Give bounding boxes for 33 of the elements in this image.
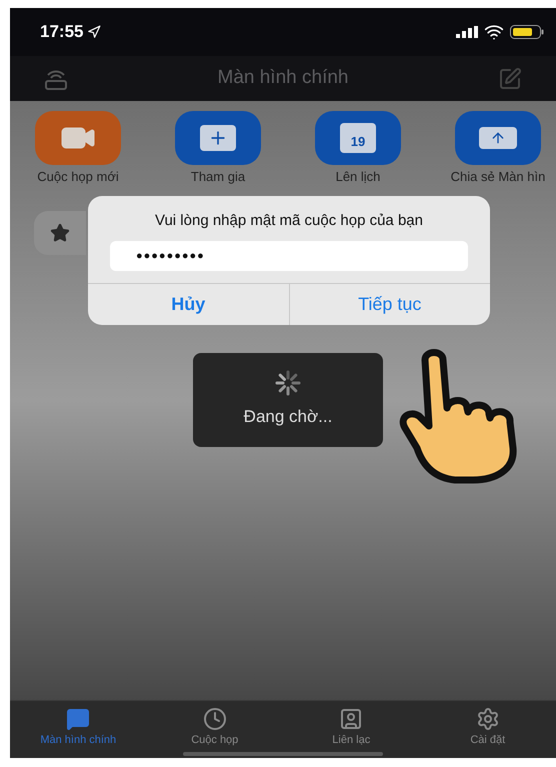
dialog-message: Vui lòng nhập mật mã cuộc họp của bạn	[154, 211, 424, 229]
router-icon	[44, 68, 68, 90]
header-title: Màn hình chính	[218, 66, 348, 90]
signal-bars-icon	[456, 26, 478, 38]
action-label: Tham gia	[190, 169, 246, 185]
chat-bubble-icon	[66, 706, 90, 730]
tab-item[interactable]: Màn hình chính	[10, 701, 146, 752]
action-tile[interactable]: 19	[315, 111, 401, 165]
star-icon	[50, 223, 70, 243]
starred-chip[interactable]	[34, 211, 86, 255]
action-tile[interactable]	[35, 111, 121, 165]
action-tile[interactable]	[455, 111, 541, 165]
calendar-icon: 19	[340, 123, 376, 153]
status-time: 17:55	[40, 21, 84, 44]
tab-item[interactable]: Cài đặt	[420, 701, 556, 752]
dialog-button[interactable]: Tiếp tục	[288, 284, 490, 325]
spinner-icon	[275, 370, 301, 396]
loading-text: Đang chờ...	[244, 406, 332, 428]
tab-item[interactable]: Cuộc họp	[146, 701, 283, 752]
clock-icon	[202, 706, 227, 730]
action-tile[interactable]	[175, 111, 261, 165]
edit-icon	[498, 66, 522, 90]
contact-icon	[339, 706, 364, 730]
tab-item[interactable]: Liên lạc	[283, 701, 420, 752]
battery-icon	[510, 25, 544, 39]
action-label: Cuộc họp mới	[37, 169, 119, 185]
settings-icon	[476, 706, 500, 730]
plus-icon	[200, 125, 236, 151]
action-label: Lên lịch	[336, 169, 380, 185]
dialog-button[interactable]: Hủy	[88, 284, 288, 325]
action-label: Chia sẻ Màn hìn	[450, 169, 546, 185]
location-arrow-icon	[87, 25, 102, 39]
password-field[interactable]: ●●●●●●●●●	[110, 241, 468, 271]
